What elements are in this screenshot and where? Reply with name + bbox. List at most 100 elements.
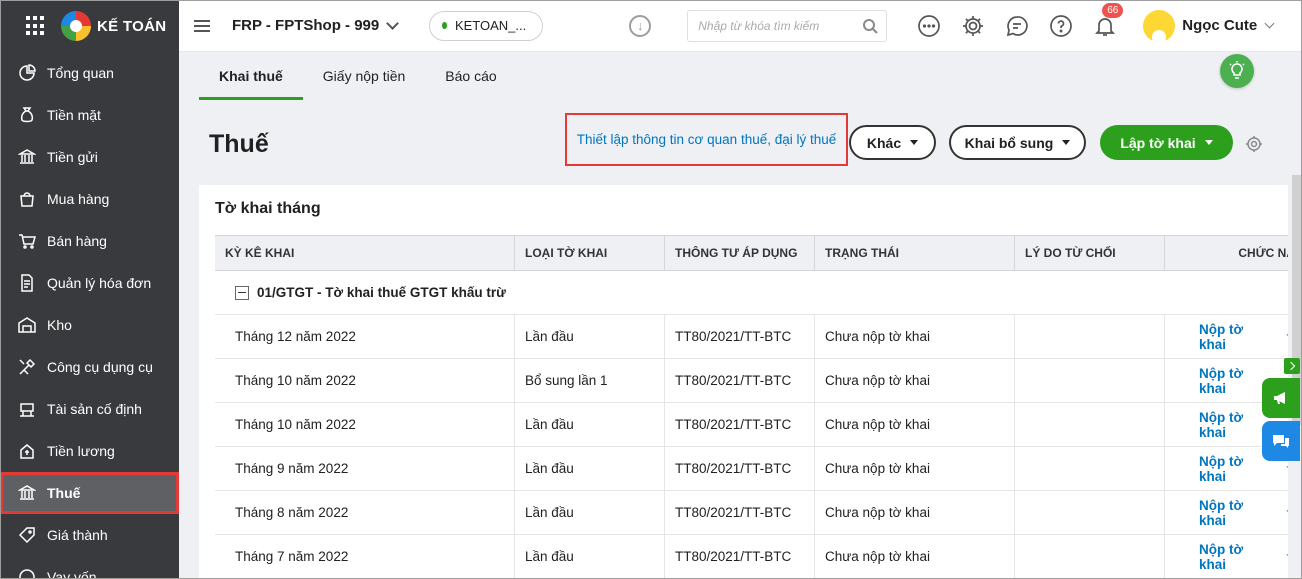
cell-type: Lần đầu (515, 403, 665, 446)
table-row[interactable]: Tháng 10 năm 2022 Lần đầu TT80/2021/TT-B… (215, 403, 1288, 447)
sidebar-item-cong-cu-dung-cu[interactable]: Công cụ dụng cụ (0, 346, 179, 388)
chevron-down-icon[interactable] (1286, 549, 1288, 560)
settings-gear-icon[interactable] (961, 14, 985, 38)
cart-icon (18, 232, 36, 250)
supplement-button-label: Khai bổ sung (964, 134, 1054, 151)
support-chat-icon[interactable] (1262, 421, 1300, 461)
tax-authority-setup-link[interactable]: Thiết lập thông tin cơ quan thuế, đại lý… (577, 132, 837, 147)
supplement-dropdown-button[interactable]: Khai bổ sung (949, 125, 1086, 160)
column-header[interactable]: THÔNG TƯ ÁP DỤNG (665, 236, 815, 270)
sidebar-item-vay-von[interactable]: Vay vốn (0, 556, 179, 579)
cell-status: Chưa nộp tờ khai (815, 403, 1015, 446)
help-icon[interactable] (1049, 14, 1073, 38)
avatar[interactable] (1143, 9, 1176, 42)
table-header: KỲ KÊ KHAI LOẠI TỜ KHAI THÔNG TƯ ÁP DỤNG… (215, 235, 1288, 271)
table-row[interactable]: Tháng 7 năm 2022 Lần đầu TT80/2021/TT-BT… (215, 535, 1288, 579)
notification-bell-icon[interactable]: 66 (1093, 2, 1124, 38)
cell-status: Chưa nộp tờ khai (815, 535, 1015, 578)
cell-action: Nộp tờ khai (1165, 535, 1288, 578)
invoice-icon (18, 274, 36, 292)
table-row[interactable]: Tháng 12 năm 2022 Lần đầu TT80/2021/TT-B… (215, 315, 1288, 359)
cell-type: Lần đầu (515, 491, 665, 534)
tab-khai-thue[interactable]: Khai thuế (199, 52, 303, 100)
group-row[interactable]: 01/GTGT - Tờ khai thuế GTGT khấu trừ (215, 271, 1288, 315)
submit-declaration-link[interactable]: Nộp tờ khai (1175, 322, 1268, 352)
notification-badge: 66 (1102, 2, 1124, 18)
top-bar: FRP - FPTShop - 999 KETOAN_... ↓ 66 Ngọc… (179, 0, 1302, 52)
table-row[interactable]: Tháng 10 năm 2022 Bổ sung lần 1 TT80/202… (215, 359, 1288, 403)
create-declaration-button[interactable]: Lập tờ khai (1100, 125, 1233, 160)
submit-declaration-link[interactable]: Nộp tờ khai (1175, 498, 1268, 528)
lightbulb-tip-icon[interactable] (1220, 54, 1254, 88)
search-icon[interactable] (862, 18, 878, 34)
dashboard-icon (18, 64, 36, 82)
brand-logo-icon (61, 11, 91, 41)
other-dropdown-button[interactable]: Khác (849, 125, 936, 160)
sidebar-item-tai-san-co-dinh[interactable]: Tài sản cố định (0, 388, 179, 430)
sidebar-item-label: Giá thành (47, 527, 108, 543)
chevron-down-icon[interactable] (1286, 505, 1288, 516)
caret-down-icon (1204, 140, 1213, 145)
menu-icon[interactable] (194, 19, 210, 32)
announcement-megaphone-icon[interactable] (1262, 378, 1300, 418)
submit-declaration-link[interactable]: Nộp tờ khai (1175, 366, 1268, 396)
sidebar-item-tien-mat[interactable]: Tiền mặt (0, 94, 179, 136)
setup-link-highlight: Thiết lập thông tin cơ quan thuế, đại lý… (565, 113, 848, 166)
tab-bao-cao[interactable]: Báo cáo (425, 52, 516, 100)
user-name[interactable]: Ngọc Cute (1182, 17, 1257, 34)
table-row[interactable]: Tháng 8 năm 2022 Lần đầu TT80/2021/TT-BT… (215, 491, 1288, 535)
column-header[interactable]: KỲ KÊ KHAI (215, 236, 515, 270)
column-header[interactable]: TRẠNG THÁI (815, 236, 1015, 270)
sidebar-item-label: Bán hàng (47, 233, 107, 249)
sidebar-item-label: Kho (47, 317, 72, 333)
more-options-icon[interactable] (917, 14, 941, 38)
submit-declaration-link[interactable]: Nộp tờ khai (1175, 410, 1268, 440)
caret-down-icon (1062, 140, 1071, 145)
cell-circular: TT80/2021/TT-BTC (665, 315, 815, 358)
page-settings-icon[interactable] (1245, 135, 1263, 153)
chevron-down-icon[interactable] (1286, 461, 1288, 472)
cell-period: Tháng 10 năm 2022 (215, 403, 515, 446)
submit-declaration-link[interactable]: Nộp tờ khai (1175, 542, 1268, 572)
chevron-down-icon[interactable] (1264, 18, 1275, 29)
database-pill[interactable]: KETOAN_... (429, 10, 544, 41)
cell-reason (1015, 403, 1165, 446)
group-label: 01/GTGT - Tờ khai thuế GTGT khấu trừ (257, 285, 506, 300)
sidebar-item-tien-luong[interactable]: Tiền lương (0, 430, 179, 472)
cell-status: Chưa nộp tờ khai (815, 359, 1015, 402)
column-header[interactable]: CHỨC NĂ (1165, 236, 1288, 270)
cell-period: Tháng 12 năm 2022 (215, 315, 515, 358)
sidebar-item-label: Công cụ dụng cụ (47, 359, 153, 375)
sidebar-item-thue[interactable]: Thuế (0, 472, 179, 514)
tax-building-icon (18, 484, 36, 502)
sidebar-item-kho[interactable]: Kho (0, 304, 179, 346)
download-icon[interactable]: ↓ (629, 14, 652, 37)
sidebar-item-mua-hang[interactable]: Mua hàng (0, 178, 179, 220)
sidebar-item-tong-quan[interactable]: Tổng quan (0, 52, 179, 94)
tab-giay-nop-tien[interactable]: Giấy nộp tiền (303, 52, 426, 100)
search-box[interactable] (687, 9, 888, 42)
cell-action: Nộp tờ khai (1165, 315, 1288, 358)
collapse-icon[interactable] (235, 285, 249, 300)
other-button-label: Khác (866, 134, 902, 151)
submit-declaration-link[interactable]: Nộp tờ khai (1175, 454, 1268, 484)
org-selector[interactable]: FRP - FPTShop - 999 (232, 16, 400, 34)
chat-icon[interactable] (1005, 14, 1029, 38)
table-row[interactable]: Tháng 9 năm 2022 Lần đầu TT80/2021/TT-BT… (215, 447, 1288, 491)
cell-type: Lần đầu (515, 447, 665, 490)
loan-icon (18, 568, 36, 579)
chevron-down-icon[interactable] (1286, 329, 1288, 340)
expand-panel-arrow-icon[interactable] (1284, 358, 1300, 374)
sidebar-item-quan-ly-hoa-don[interactable]: Quản lý hóa đơn (0, 262, 179, 304)
sidebar-item-tien-gui[interactable]: Tiền gửi (0, 136, 179, 178)
brand-name: KẾ TOÁN (97, 17, 167, 35)
sidebar-item-ban-hang[interactable]: Bán hàng (0, 220, 179, 262)
cell-circular: TT80/2021/TT-BTC (665, 491, 815, 534)
column-header[interactable]: LOẠI TỜ KHAI (515, 236, 665, 270)
cell-type: Bổ sung lần 1 (515, 359, 665, 402)
search-input[interactable] (698, 18, 863, 33)
app-grid-icon[interactable] (26, 16, 46, 36)
column-header[interactable]: LÝ DO TỪ CHỐI (1015, 236, 1165, 270)
sidebar-item-gia-thanh[interactable]: Giá thành (0, 514, 179, 556)
cell-reason (1015, 491, 1165, 534)
